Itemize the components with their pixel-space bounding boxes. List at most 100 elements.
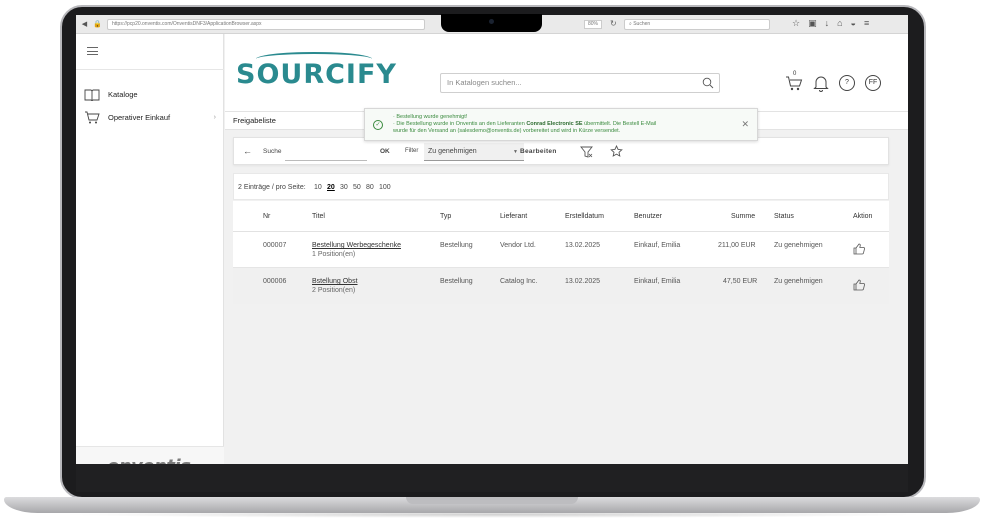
entries-summary: 2 Einträge / pro Seite: [238, 184, 306, 191]
cell-benutzer: Einkauf, Emilia [634, 242, 681, 249]
catalog-search-input[interactable]: In Katalogen suchen... [440, 73, 720, 93]
column-header-erstelldatum[interactable]: Erstelldatum [565, 213, 604, 220]
app-header: SOURCIFY In Katalogen suchen... 0 ? FF [225, 34, 908, 111]
book-icon [84, 89, 100, 101]
browser-icons: ☆ ▣ ↓ ⌂ ◒ ≡ [792, 18, 869, 29]
column-header-titel[interactable]: Titel [312, 213, 325, 220]
back-icon[interactable]: ◀ [80, 20, 89, 29]
cart-button[interactable]: 0 [785, 71, 803, 92]
browser-search-placeholder: Suchen [633, 21, 651, 27]
camera-notch [441, 14, 542, 32]
chevron-right-icon: › [213, 114, 216, 121]
table-header: Nr Titel Typ Lieferant Erstelldatum Benu… [233, 201, 889, 232]
thumbs-up-icon[interactable] [853, 243, 865, 255]
back-arrow-icon[interactable]: ← [243, 146, 252, 156]
search-label: Suche [263, 148, 282, 155]
filter-label: Filter [405, 148, 419, 154]
table-row[interactable]: 000006 Bstellung Obst 2 Position(en) Bes… [233, 268, 889, 304]
page-size-10[interactable]: 10 [314, 184, 322, 191]
column-header-status[interactable]: Status [774, 213, 794, 220]
user-avatar[interactable]: FF [865, 75, 881, 91]
page-size-30[interactable]: 30 [340, 184, 348, 191]
cell-typ: Bestellung [440, 278, 473, 285]
cart-count: 0 [793, 71, 797, 77]
cell-status: Zu genehmigen [774, 242, 823, 249]
screenshot-icon[interactable]: ▣ [808, 18, 817, 29]
notification-line-3: wurde für den Versand an (salesdemo@onve… [393, 128, 621, 134]
hamburger-menu-icon[interactable] [87, 47, 98, 55]
lock-icon: 🔒 [93, 20, 102, 28]
page-size-20[interactable]: 20 [327, 184, 335, 191]
bookmark-star-icon[interactable]: ☆ [792, 18, 800, 29]
laptop-base-notch [406, 497, 578, 504]
onventis-logo-area: onventis [76, 446, 224, 464]
filter-value: Zu genehmigen [428, 148, 477, 155]
browser-search-input[interactable]: ⌕ Suchen [624, 19, 770, 30]
cell-lieferant: Vendor Ltd. [500, 242, 536, 249]
reload-icon[interactable]: ↻ [610, 19, 617, 28]
page-title: Freigabeliste [233, 116, 276, 125]
order-title-link[interactable]: Bestellung Werbegeschenke [312, 242, 401, 249]
cart-icon [85, 111, 100, 124]
close-icon[interactable]: ✕ [741, 119, 749, 130]
ok-button[interactable]: OK [380, 148, 390, 155]
catalog-search-placeholder: In Katalogen suchen... [447, 78, 522, 87]
home-icon[interactable]: ⌂ [837, 18, 842, 29]
address-bar[interactable]: https://pcp20.onventis.com/OnventisDNF3/… [107, 18, 425, 30]
search-icon[interactable] [702, 77, 714, 89]
help-button[interactable]: ? [839, 75, 855, 91]
edit-button[interactable]: Bearbeiten [520, 148, 557, 155]
sidebar-item-kataloge[interactable]: Kataloge [84, 88, 218, 101]
column-header-lieferant[interactable]: Lieferant [500, 213, 527, 220]
thumbs-up-icon[interactable] [853, 279, 865, 291]
cell-positions: 2 Position(en) [312, 287, 356, 294]
order-title-link[interactable]: Bstellung Obst [312, 278, 358, 285]
page-size-50[interactable]: 50 [353, 184, 361, 191]
list-search-input[interactable] [285, 143, 367, 161]
table-row[interactable]: 000007 Bestellung Werbegeschenke 1 Posit… [233, 232, 889, 268]
sidebar: Kataloge Operativer Einkauf › onventis [76, 34, 224, 464]
screen: ◀ 🔒 https://pcp20.onventis.com/OnventisD… [76, 15, 908, 464]
cell-benutzer: Einkauf, Emilia [634, 278, 681, 285]
cell-erstelldatum: 13.02.2025 [565, 278, 601, 285]
cell-titel: Bstellung Obst 2 Position(en) [312, 278, 358, 294]
column-header-summe[interactable]: Summe [731, 213, 755, 220]
column-header-typ[interactable]: Typ [440, 213, 451, 220]
page-size-80[interactable]: 80 [366, 184, 374, 191]
pagination-bar: 2 Einträge / pro Seite: 10 20 30 50 80 1… [233, 173, 889, 200]
bell-icon[interactable] [813, 74, 829, 92]
page-size-100[interactable]: 100 [379, 184, 391, 191]
cell-titel: Bestellung Werbegeschenke 1 Position(en) [312, 242, 401, 258]
sidebar-item-operativer-einkauf[interactable]: Operativer Einkauf › [84, 111, 218, 124]
brand-logo[interactable]: SOURCIFY [236, 59, 397, 90]
approval-table: Nr Titel Typ Lieferant Erstelldatum Benu… [233, 201, 889, 304]
download-icon[interactable]: ↓ [825, 18, 830, 29]
check-circle-icon: ✓ [373, 120, 383, 130]
notification-text: · Bestellung wurde genehmigt! · Die Best… [393, 114, 733, 135]
laptop-chin [76, 464, 908, 492]
success-notification: ✓ · Bestellung wurde genehmigt! · Die Be… [364, 108, 758, 141]
cell-nr: 000006 [263, 278, 287, 285]
cell-lieferant: Catalog Inc. [500, 278, 538, 285]
notification-line-1: · Bestellung wurde genehmigt! [393, 114, 468, 120]
pocket-icon[interactable]: ◒ [851, 18, 856, 29]
notification-line-2-start: · Die Bestellung wurde in Onventis an de… [393, 121, 525, 127]
cell-typ: Bestellung [440, 242, 473, 249]
cell-nr: 000007 [263, 242, 287, 249]
filter-select[interactable]: Zu genehmigen ▼ [424, 143, 524, 161]
sidebar-item-label: Operativer Einkauf [108, 113, 171, 122]
cell-summe: 47,50 EUR [723, 278, 758, 285]
sidebar-item-label: Kataloge [108, 90, 138, 99]
notification-line-2-end: übermittelt. Die Bestell E-Mail [584, 121, 657, 127]
menu-icon[interactable]: ≡ [864, 18, 869, 29]
column-header-nr[interactable]: Nr [263, 213, 270, 220]
camera-icon [489, 19, 494, 24]
filter-funnel-icon[interactable] [580, 146, 593, 158]
zoom-level[interactable]: 80% [584, 20, 602, 29]
sidebar-divider [76, 69, 224, 70]
column-header-benutzer[interactable]: Benutzer [634, 213, 662, 220]
cell-status: Zu genehmigen [774, 278, 823, 285]
column-header-aktion: Aktion [853, 213, 873, 220]
favorite-star-icon[interactable] [610, 145, 623, 158]
notification-supplier: Conrad Electronic SE [526, 121, 583, 127]
